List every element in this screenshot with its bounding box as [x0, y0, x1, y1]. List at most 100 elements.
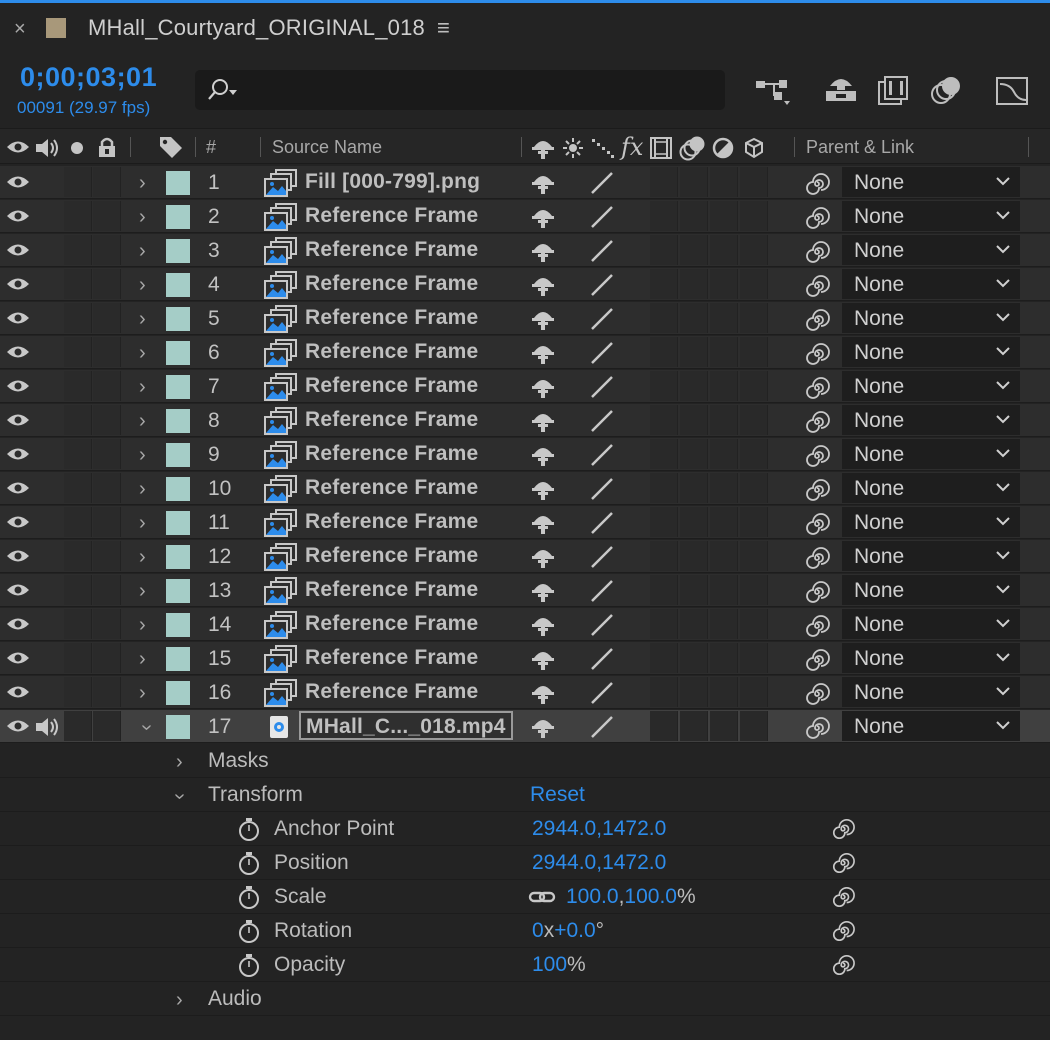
- layer-switch-cell[interactable]: [680, 473, 708, 503]
- parent-dropdown[interactable]: None: [842, 439, 1020, 469]
- parent-pickwhip-icon[interactable]: [804, 477, 830, 503]
- quality-switch-icon[interactable]: [590, 477, 614, 501]
- layer-switch-cell[interactable]: [740, 235, 768, 265]
- transform-twirl-chevron[interactable]: ›: [168, 793, 191, 800]
- layer-twirl-chevron[interactable]: ›: [139, 512, 146, 535]
- layer-label-color[interactable]: [166, 613, 190, 637]
- layer-label-color[interactable]: [166, 341, 190, 365]
- layer-switch-cell[interactable]: [680, 507, 708, 537]
- lock-switch[interactable]: [93, 473, 121, 503]
- lock-switch[interactable]: [93, 269, 121, 299]
- parent-pickwhip-icon[interactable]: [804, 715, 830, 741]
- scale-y-value[interactable]: 100.0: [624, 885, 677, 908]
- layer-switch-cell[interactable]: [680, 405, 708, 435]
- parent-pickwhip-icon[interactable]: [804, 409, 830, 435]
- solo-switch[interactable]: [64, 337, 92, 367]
- layer-switch-cell[interactable]: [710, 405, 738, 435]
- layer-switch-cell[interactable]: [680, 371, 708, 401]
- shy-switch-icon[interactable]: [530, 308, 556, 330]
- video-visibility-eye-icon[interactable]: [6, 480, 30, 496]
- video-visibility-eye-icon[interactable]: [6, 514, 30, 530]
- opacity-number[interactable]: 100: [532, 953, 567, 976]
- parent-pickwhip-icon[interactable]: [804, 681, 830, 707]
- parent-pickwhip-icon[interactable]: [804, 511, 830, 537]
- composition-label-swatch[interactable]: [46, 18, 66, 38]
- layer-row[interactable]: › 3 Reference Frame None: [0, 234, 1050, 267]
- column-separator[interactable]: [260, 137, 261, 157]
- anchor-point-number[interactable]: 2944.0,1472.0: [532, 817, 666, 840]
- parent-dropdown[interactable]: None: [842, 371, 1020, 401]
- parent-link-header[interactable]: Parent & Link: [806, 137, 914, 158]
- lock-switch[interactable]: [93, 677, 121, 707]
- shy-switch-icon[interactable]: [530, 444, 556, 466]
- layer-switch-cell[interactable]: [710, 541, 738, 571]
- video-visibility-eye-icon[interactable]: [6, 684, 30, 700]
- video-switch-header-icon[interactable]: [6, 139, 30, 155]
- shy-switch-icon[interactable]: [530, 206, 556, 228]
- draft-3d-icon[interactable]: [822, 72, 860, 108]
- shy-switch-icon[interactable]: [530, 546, 556, 568]
- solo-switch[interactable]: [64, 269, 92, 299]
- column-separator[interactable]: [195, 137, 196, 157]
- property-pickwhip-icon[interactable]: [831, 817, 855, 841]
- parent-dropdown[interactable]: None: [842, 303, 1020, 333]
- layer-switch-cell[interactable]: [680, 269, 708, 299]
- layer-row[interactable]: › 11 Reference Frame None: [0, 506, 1050, 539]
- layer-row[interactable]: › 13 Reference Frame None: [0, 574, 1050, 607]
- parent-dropdown[interactable]: None: [842, 575, 1020, 605]
- masks-group-row[interactable]: › Masks: [0, 745, 1050, 778]
- stopwatch-icon[interactable]: [237, 884, 261, 910]
- quality-switch-icon[interactable]: [590, 239, 614, 263]
- video-visibility-eye-icon[interactable]: [6, 378, 30, 394]
- layer-twirl-chevron[interactable]: ›: [139, 648, 146, 671]
- column-separator[interactable]: [130, 137, 131, 157]
- composition-tab-title[interactable]: MHall_Courtyard_ORIGINAL_018: [88, 15, 425, 41]
- lock-switch[interactable]: [93, 507, 121, 537]
- adjustment-layer-header-icon[interactable]: [712, 137, 734, 159]
- quality-header-icon[interactable]: [591, 138, 615, 158]
- layer-switch-cell[interactable]: [710, 303, 738, 333]
- layer-switch-cell[interactable]: [650, 201, 678, 231]
- shy-switch-icon[interactable]: [530, 512, 556, 534]
- layer-source-name[interactable]: Reference Frame: [305, 544, 478, 568]
- shy-switch-icon[interactable]: [530, 478, 556, 500]
- search-icon[interactable]: [207, 78, 241, 102]
- video-visibility-eye-icon[interactable]: [6, 344, 30, 360]
- layer-switch-cell[interactable]: [650, 473, 678, 503]
- layer-switch-cell[interactable]: [650, 541, 678, 571]
- layer-switch-cell[interactable]: [740, 337, 768, 367]
- layer-switch-cell[interactable]: [680, 303, 708, 333]
- shy-switch-icon[interactable]: [530, 376, 556, 398]
- column-separator[interactable]: [794, 137, 795, 157]
- layer-row[interactable]: › 8 Reference Frame None: [0, 404, 1050, 437]
- quality-switch-icon[interactable]: [590, 681, 614, 705]
- layer-label-color[interactable]: [166, 681, 190, 705]
- video-visibility-eye-icon[interactable]: [6, 208, 30, 224]
- layer-switch-cell[interactable]: [650, 507, 678, 537]
- video-visibility-eye-icon[interactable]: [6, 582, 30, 598]
- video-visibility-eye-icon[interactable]: [6, 310, 30, 326]
- parent-dropdown[interactable]: None: [842, 405, 1020, 435]
- video-visibility-eye-icon[interactable]: [6, 548, 30, 564]
- solo-switch[interactable]: [64, 201, 92, 231]
- layer-source-name[interactable]: Reference Frame: [305, 408, 478, 432]
- parent-pickwhip-icon[interactable]: [804, 239, 830, 265]
- audio-group-row[interactable]: › Audio: [0, 983, 1050, 1016]
- solo-switch[interactable]: [64, 677, 92, 707]
- layer-switch-cell[interactable]: [740, 711, 768, 741]
- layer-source-name[interactable]: Reference Frame: [305, 680, 478, 704]
- parent-dropdown[interactable]: None: [842, 269, 1020, 299]
- shy-switch-icon[interactable]: [530, 648, 556, 670]
- quality-switch-icon[interactable]: [590, 375, 614, 399]
- effects-header-icon[interactable]: fx: [621, 133, 643, 161]
- layer-source-name[interactable]: Reference Frame: [305, 238, 478, 262]
- quality-switch-icon[interactable]: [590, 205, 614, 229]
- layer-label-color[interactable]: [166, 171, 190, 195]
- layer-label-color[interactable]: [166, 477, 190, 501]
- quality-switch-icon[interactable]: [590, 273, 614, 297]
- layer-label-color[interactable]: [166, 579, 190, 603]
- layer-switch-cell[interactable]: [710, 439, 738, 469]
- parent-dropdown[interactable]: None: [842, 167, 1020, 197]
- layer-twirl-chevron[interactable]: ›: [139, 546, 146, 569]
- quality-switch-icon[interactable]: [590, 579, 614, 603]
